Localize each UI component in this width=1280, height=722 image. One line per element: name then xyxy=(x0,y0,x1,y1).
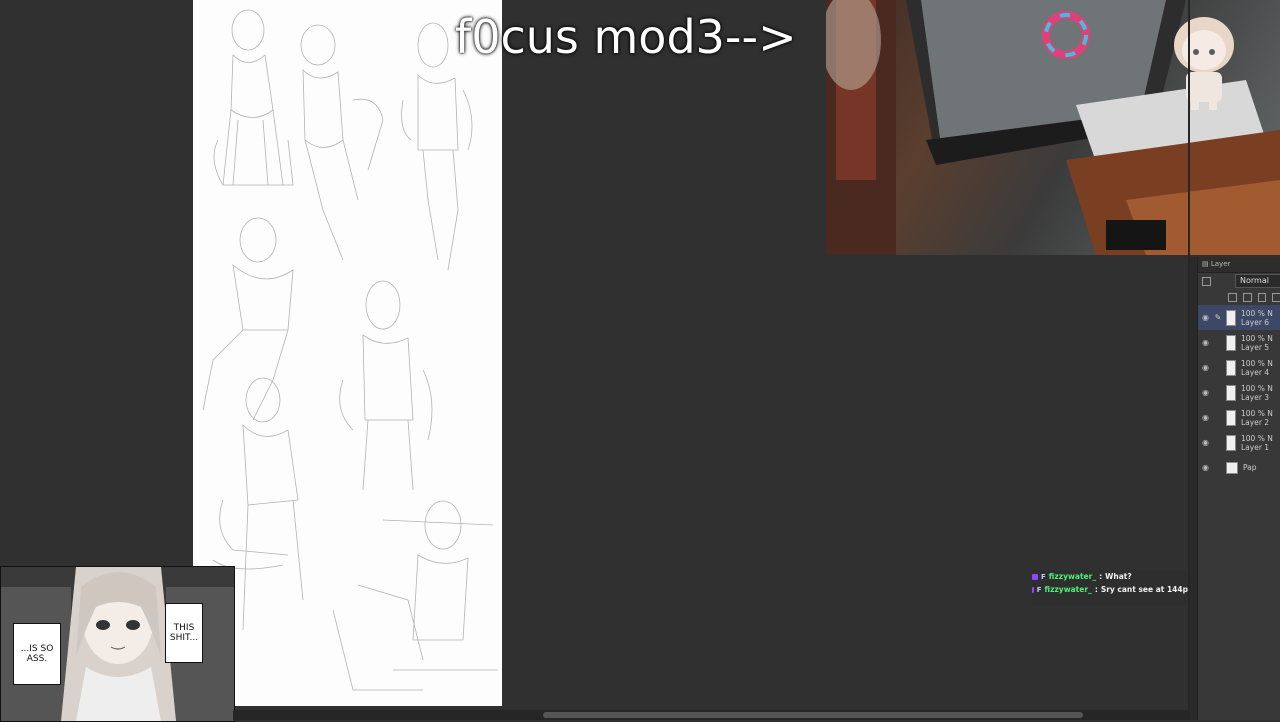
reference-layer-icon[interactable] xyxy=(1242,292,1252,302)
blend-row: Normal xyxy=(1198,273,1280,289)
layer-name: Layer 5 xyxy=(1241,342,1270,352)
layer-row[interactable]: ◉ 100 % N Layer 3 xyxy=(1198,380,1280,405)
lock-transparency-icon[interactable] xyxy=(1257,292,1267,302)
layer-name: Layer 6 xyxy=(1241,317,1270,327)
manga-panel-overlay: ...IS SO ASS. THIS SHIT... xyxy=(0,566,235,722)
layer-opacity: 100 % N xyxy=(1241,358,1273,368)
chat-overlay: F fizzywater_: What? F fizzywater_: Sry … xyxy=(1032,570,1188,606)
paper-color-swatch xyxy=(1226,461,1238,474)
layer-opacity: 100 % N xyxy=(1241,408,1273,418)
layer-name: Layer 1 xyxy=(1241,442,1270,452)
layer-lock-icon[interactable] xyxy=(1202,276,1211,286)
panel-side-strip xyxy=(1190,257,1197,720)
layer-row[interactable]: ◉ 100 % N Layer 5 xyxy=(1198,330,1280,355)
blend-mode-select[interactable]: Normal xyxy=(1235,274,1280,288)
eye-icon[interactable]: ◉ xyxy=(1201,313,1210,322)
drawing-paper[interactable] xyxy=(193,0,502,706)
chat-text: What? xyxy=(1105,572,1132,581)
layers-icon: ▤ xyxy=(1202,260,1209,268)
layer-opacity: 100 % N xyxy=(1241,308,1273,318)
layer-info: 100 % N Layer 4 xyxy=(1241,359,1273,377)
layer-thumbnail xyxy=(1226,334,1236,351)
layer-thumbnail xyxy=(1226,434,1236,451)
chat-username: fizzywater_ xyxy=(1048,572,1097,581)
eye-icon[interactable]: ◉ xyxy=(1201,413,1210,422)
chat-message: F fizzywater_: Sry cant see at 144p xyxy=(1032,583,1188,596)
layer-name: Layer 2 xyxy=(1241,417,1270,427)
paper-layer-row[interactable]: ◉ Pap xyxy=(1198,455,1280,480)
webcam-scene xyxy=(826,0,1280,255)
layer-name: Layer 3 xyxy=(1241,392,1270,402)
layer-info: 100 % N Layer 3 xyxy=(1241,384,1273,402)
layer-panel-header: ▤ Layer xyxy=(1198,257,1280,273)
layer-panel: ▤ Layer Normal ◉ ✎ 100 % N Layer 6 ◉ 100… xyxy=(1197,257,1280,720)
layer-info: 100 % N Layer 6 xyxy=(1241,309,1273,327)
layer-opacity: 100 % N xyxy=(1241,433,1273,443)
layer-thumbnail xyxy=(1226,409,1236,426)
eye-icon[interactable]: ◉ xyxy=(1201,363,1210,372)
scrollbar-thumb[interactable] xyxy=(543,712,1083,718)
layer-info: 100 % N Layer 5 xyxy=(1241,334,1273,352)
clip-layer-icon[interactable] xyxy=(1228,292,1237,302)
subscriber-badge-icon xyxy=(1032,586,1034,593)
chat-text: Sry cant see at 144p xyxy=(1100,585,1188,594)
layer-opacity: 100 % N xyxy=(1241,333,1273,343)
pen-icon: ✎ xyxy=(1214,313,1222,322)
eye-icon[interactable]: ◉ xyxy=(1201,463,1210,472)
horizontal-scrollbar[interactable] xyxy=(233,710,1190,720)
speech-bubble-left: ...IS SO ASS. xyxy=(13,623,61,685)
webcam-feed xyxy=(826,0,1280,255)
sketch-drawing xyxy=(202,9,498,691)
layer-row[interactable]: ◉ 100 % N Layer 2 xyxy=(1198,405,1280,430)
layer-row[interactable]: ◉ 100 % N Layer 1 xyxy=(1198,430,1280,455)
speech-bubble-right: THIS SHIT... xyxy=(165,603,203,663)
layer-tab[interactable]: Layer xyxy=(1211,260,1231,268)
subscriber-badge-icon xyxy=(1032,573,1038,580)
mask-layer-icon[interactable] xyxy=(1272,292,1280,302)
channel-badge-icon: F xyxy=(1036,585,1042,594)
channel-badge-icon: F xyxy=(1041,572,1046,581)
layer-info: 100 % N Layer 2 xyxy=(1241,409,1273,427)
eye-icon[interactable]: ◉ xyxy=(1201,438,1210,447)
eye-icon[interactable]: ◉ xyxy=(1201,388,1210,397)
layer-thumbnail xyxy=(1226,309,1236,326)
layer-tool-row xyxy=(1198,289,1280,305)
layer-opacity: 100 % N xyxy=(1241,383,1273,393)
eye-icon[interactable]: ◉ xyxy=(1201,338,1210,347)
layer-row[interactable]: ◉ 100 % N Layer 4 xyxy=(1198,355,1280,380)
chat-message: F fizzywater_: What? xyxy=(1032,570,1188,583)
paper-layer-name: Pap xyxy=(1243,463,1257,472)
stream-overlay-title: f0cus mod3--> xyxy=(455,10,797,64)
layer-name: Layer 4 xyxy=(1241,367,1270,377)
layer-row[interactable]: ◉ ✎ 100 % N Layer 6 xyxy=(1198,305,1280,330)
layer-thumbnail xyxy=(1226,359,1236,376)
chat-username: fizzywater_ xyxy=(1044,585,1092,594)
layer-info: 100 % N Layer 1 xyxy=(1241,434,1273,452)
layer-thumbnail xyxy=(1226,384,1236,401)
